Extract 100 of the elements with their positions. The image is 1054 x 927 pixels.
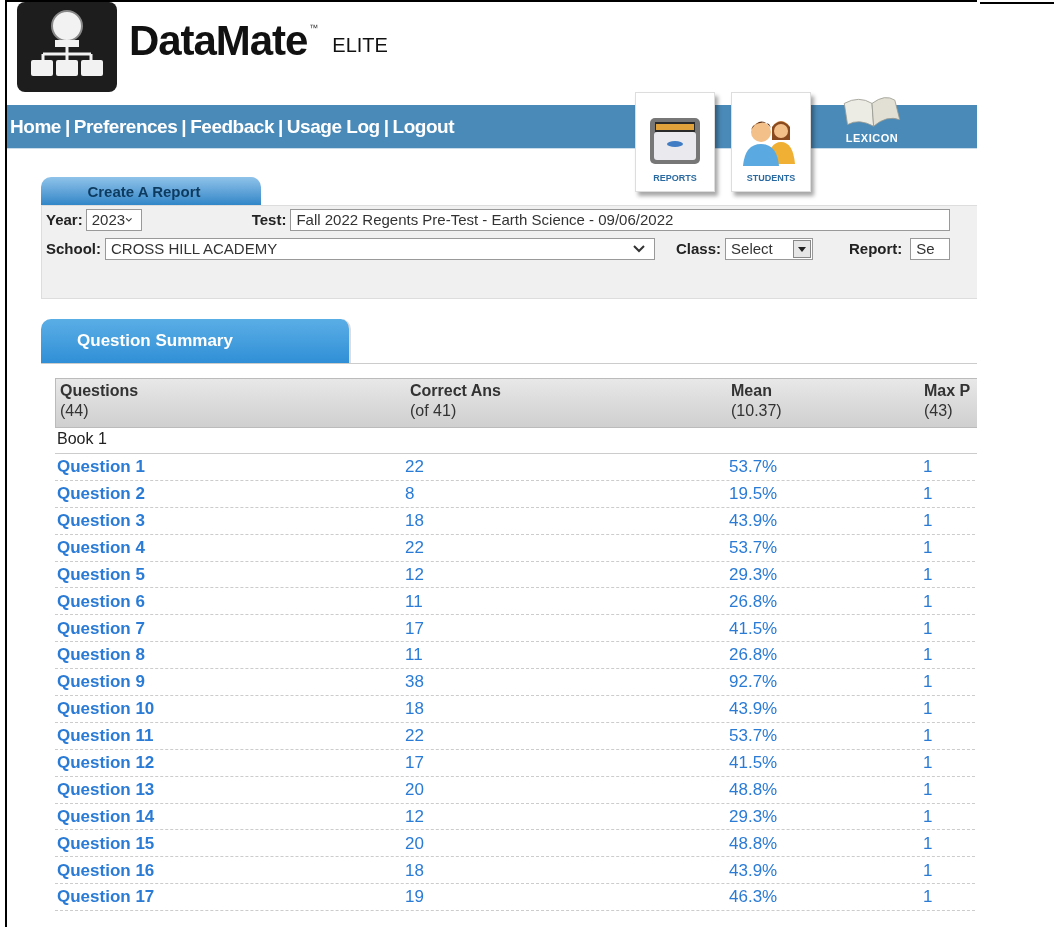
table-cell-text: 12 (405, 563, 425, 586)
question-link[interactable]: Question 3 (57, 510, 145, 530)
table-cell-text: 19 (405, 886, 425, 909)
select-field[interactable]: 2023 (85, 209, 142, 231)
field-label: Report: (849, 238, 903, 259)
table-cell-text: 1 (922, 563, 934, 586)
table-cell-text: 11 (405, 590, 424, 613)
table-cell-text: 43.9% (728, 859, 779, 882)
table-cell-text: 18 (405, 509, 425, 532)
question-link[interactable]: Question 10 (57, 699, 155, 719)
table-cell-text: 22 (405, 725, 425, 748)
table-cell-text: 48.8% (728, 832, 779, 855)
table-cell-text: 22 (405, 456, 425, 479)
question-link[interactable]: Question 1 (57, 457, 145, 477)
question-link[interactable]: Question 12 (57, 753, 155, 772)
table-cell-text: 41.5% (728, 752, 779, 774)
table-cell-text: 1 (922, 590, 934, 613)
column-title: Max P (924, 381, 972, 401)
table-cell-text: 29.3% (728, 563, 779, 586)
module-button[interactable]: REPORTS (635, 92, 715, 192)
select-field[interactable]: CROSS HILL ACADEMY (105, 238, 655, 260)
question-link[interactable]: Question 5 (57, 564, 145, 584)
nav-link[interactable]: Home (10, 113, 61, 142)
select-field[interactable]: Fall 2022 Regents Pre-Test - Earth Science - 09/06/2022 (290, 209, 951, 231)
group-label: Book 1 (57, 429, 107, 449)
nav-separator: | (181, 115, 187, 139)
table-cell-text: 17 (405, 617, 425, 640)
table-cell-text: 29.3% (728, 805, 779, 828)
table-cell-text: 26.8% (728, 590, 779, 613)
table-cell-text: 1 (922, 644, 934, 667)
table-cell-text: 1 (922, 725, 934, 748)
table-cell-text: 46.3% (728, 886, 779, 909)
trademark-mark: ™ (309, 22, 319, 35)
table-cell-text: 19.5% (728, 483, 779, 506)
create-report-tab[interactable]: Create A Report (41, 177, 261, 205)
table-cell-text: 1 (922, 778, 934, 801)
question-link[interactable]: Question 6 (57, 591, 145, 611)
table-cell-text: 43.9% (728, 509, 779, 532)
table-cell-text: 22 (405, 536, 425, 559)
table-cell-text: 18 (405, 698, 425, 721)
column-title: Questions (60, 381, 140, 401)
chevron-down-icon (125, 215, 133, 225)
column-count: (43) (924, 401, 954, 421)
select-field[interactable]: Se (910, 238, 951, 260)
nav-link[interactable]: Feedback (190, 113, 274, 142)
table-cell-text: 92.7% (728, 671, 779, 694)
module-button[interactable]: LEXICON (827, 92, 917, 146)
table-cell-text: 12 (405, 805, 425, 828)
nav-separator: | (278, 115, 283, 139)
table-cell-text: 1 (922, 509, 934, 532)
nav-separator: | (64, 115, 70, 139)
field-label: Test: (251, 209, 287, 230)
table-cell-text: 1 (922, 536, 934, 559)
edition-label: ELITE (332, 33, 388, 58)
table-cell-text: 1 (922, 805, 934, 828)
column-title: Correct Ans (410, 381, 502, 401)
field-label: School: (46, 238, 101, 259)
table-cell-text: 1 (922, 886, 934, 909)
select-field[interactable]: Select (725, 238, 814, 260)
table-cell-text: 1 (922, 698, 934, 721)
table-cell-text: 1 (922, 456, 934, 479)
column-count: (10.37) (731, 401, 783, 421)
column-count: (of 41) (410, 401, 458, 421)
module-button[interactable]: STUDENTS (731, 92, 811, 192)
table-cell-text: 53.7% (728, 725, 779, 748)
table-cell-text: 1 (922, 483, 934, 506)
table-cell-text: 43.9% (728, 698, 779, 721)
question-link[interactable]: Question 15 (57, 833, 155, 853)
table-cell-text: 11 (405, 644, 424, 667)
nav-link[interactable]: Usage Log (286, 113, 380, 142)
question-link[interactable]: Question 13 (57, 779, 155, 799)
field-label: Class: (676, 238, 722, 259)
nav-link[interactable]: Logout (392, 113, 455, 142)
question-link[interactable]: Question 9 (57, 672, 145, 692)
nav-separator: | (383, 115, 389, 139)
question-link[interactable]: Question 16 (57, 860, 155, 880)
table-cell-text: 1 (922, 859, 934, 882)
table-cell-text: 1 (922, 832, 934, 855)
field-label: Year: (46, 209, 83, 230)
question-summary-tab[interactable]: Question Summary (41, 319, 351, 363)
chevron-down-icon (632, 244, 646, 254)
column-title: Mean (731, 381, 773, 401)
question-link[interactable]: Question 7 (57, 618, 145, 638)
table-cell-text: 26.8% (728, 644, 779, 667)
column-count: (44) (60, 401, 90, 421)
table-cell-text: 1 (922, 617, 934, 640)
question-link[interactable]: Question 4 (57, 537, 145, 557)
table-cell-text: 41.5% (728, 617, 779, 640)
question-link[interactable]: Question 2 (57, 484, 145, 504)
table-cell-text: 18 (405, 859, 425, 882)
table-cell-text: 48.8% (728, 778, 779, 801)
question-link[interactable]: Question 17 (57, 887, 155, 907)
question-link[interactable]: Question 11 (57, 726, 154, 746)
table-cell-text: 17 (405, 752, 425, 774)
nav-link[interactable]: Preferences (73, 113, 178, 142)
question-link[interactable]: Question 14 (57, 806, 155, 826)
table-cell-text: 20 (405, 778, 425, 801)
table-cell-text: 8 (405, 483, 416, 506)
question-link[interactable]: Question 8 (57, 645, 145, 665)
table-cell-text: 53.7% (728, 456, 779, 479)
